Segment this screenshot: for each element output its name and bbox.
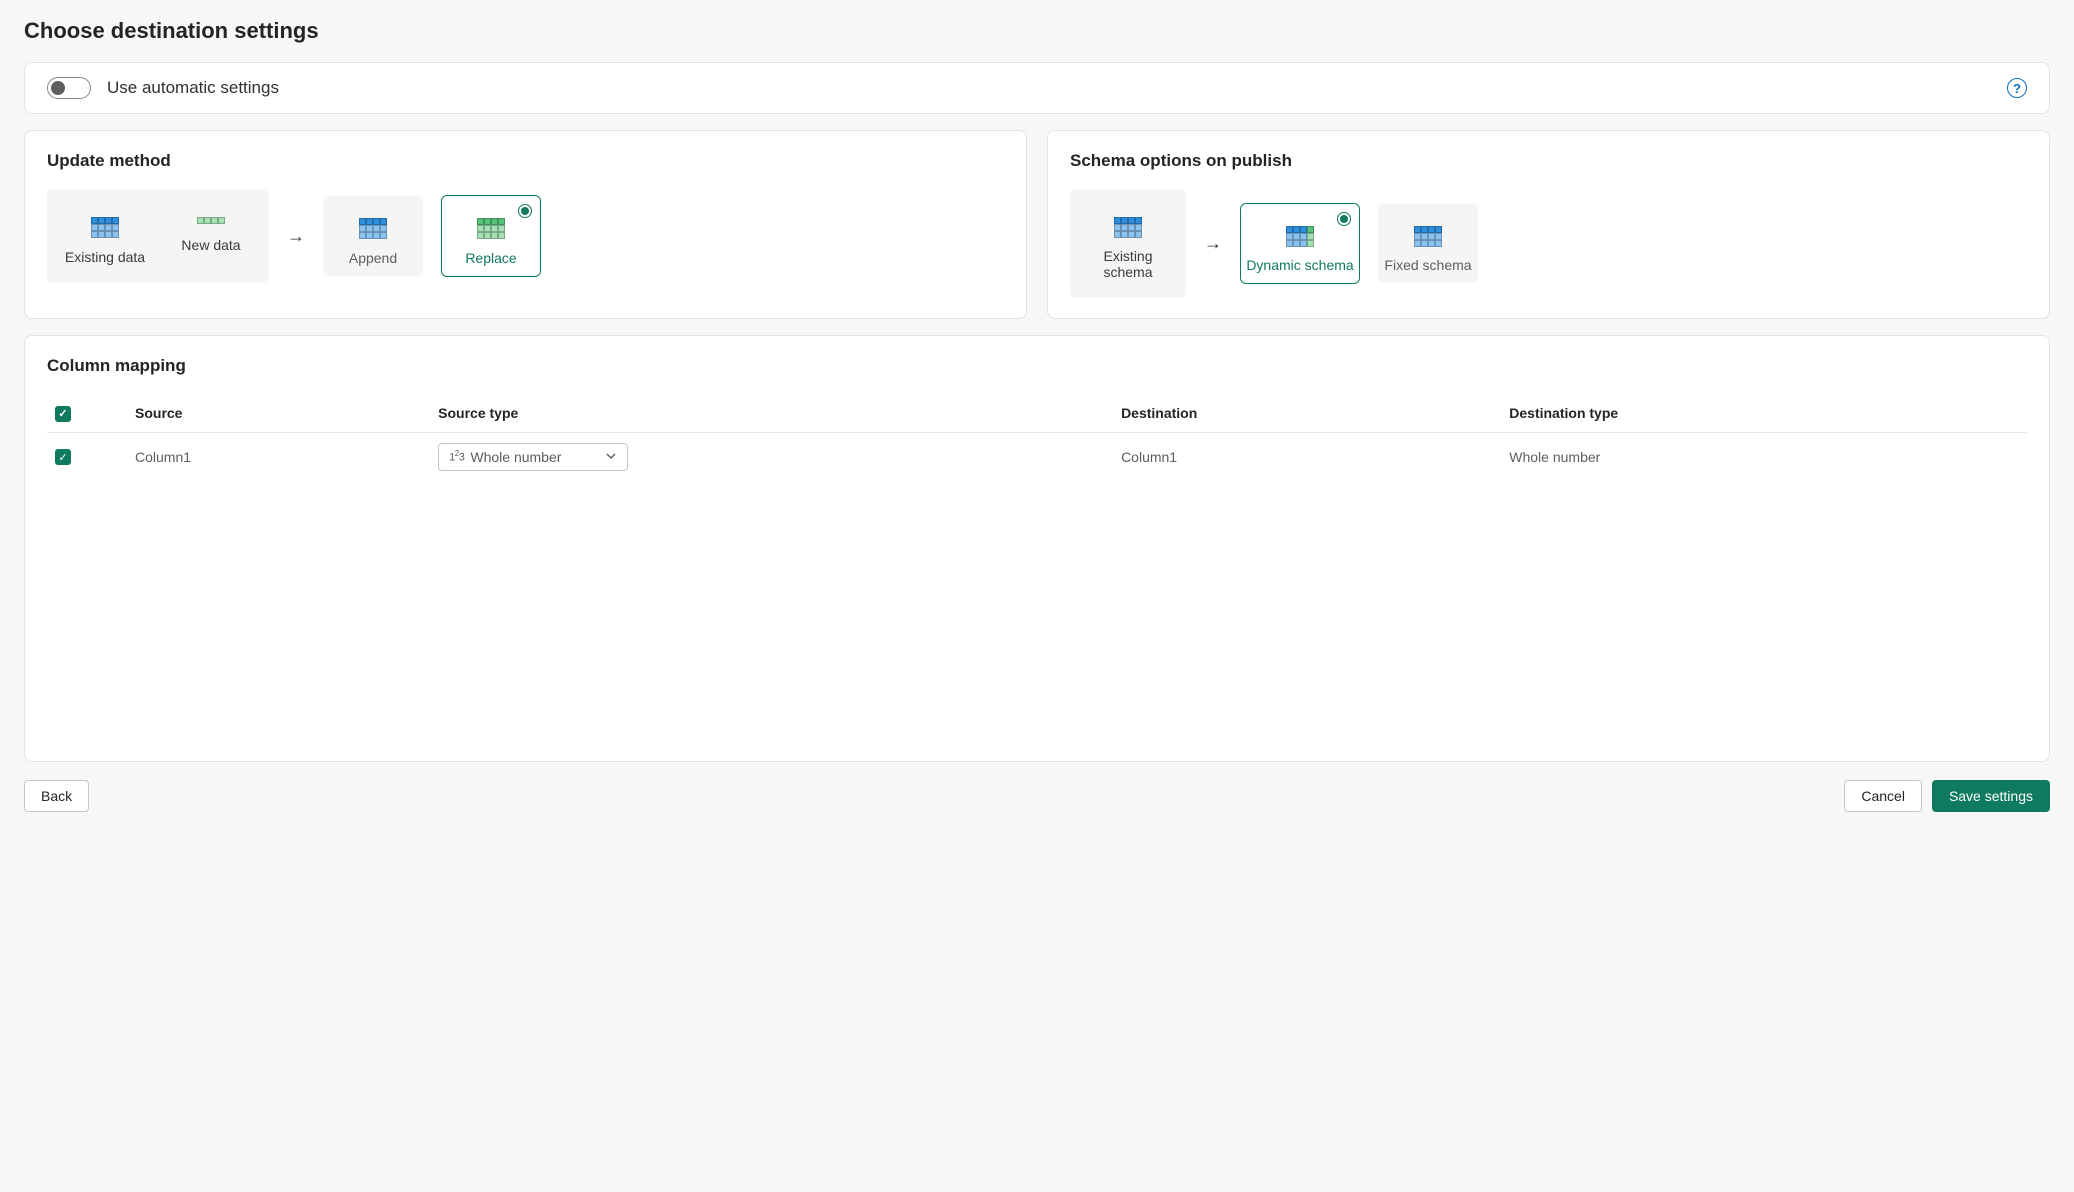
new-data-label: New data [161, 237, 261, 253]
update-method-title: Update method [47, 151, 1004, 171]
replace-option[interactable]: Replace [441, 195, 541, 277]
save-settings-button[interactable]: Save settings [1932, 780, 2050, 812]
column-mapping-title: Column mapping [47, 356, 2027, 376]
dynamic-schema-label: Dynamic schema [1241, 257, 1359, 273]
auto-settings-label: Use automatic settings [107, 78, 279, 98]
toggle-knob [51, 81, 65, 95]
row-destination-type: Whole number [1501, 432, 2027, 481]
select-all-checkbox[interactable]: ✓ [55, 406, 71, 422]
back-button[interactable]: Back [24, 780, 89, 812]
page-title: Choose destination settings [24, 18, 2050, 44]
fixed-schema-option[interactable]: Fixed schema [1378, 204, 1478, 283]
existing-data-icon [90, 216, 120, 239]
help-icon[interactable]: ? [2007, 78, 2027, 98]
existing-schema-label: Existing schema [1078, 248, 1178, 280]
fixed-schema-icon [1414, 226, 1442, 247]
update-method-preview: Existing data New data [47, 189, 269, 283]
replace-label: Replace [442, 250, 540, 266]
header-source: Source [127, 394, 430, 432]
replace-icon [476, 217, 506, 240]
table-row: ✓ Column1 123 Whole number [47, 432, 2027, 481]
arrow-right-icon: → [287, 226, 305, 247]
cancel-button[interactable]: Cancel [1844, 780, 1922, 812]
fixed-schema-label: Fixed schema [1378, 257, 1478, 273]
schema-preview: Existing schema [1070, 189, 1186, 298]
header-destination: Destination [1113, 394, 1501, 432]
source-type-dropdown[interactable]: 123 Whole number [438, 443, 628, 471]
append-label: Append [323, 250, 423, 266]
dynamic-schema-icon [1286, 226, 1314, 247]
existing-schema-icon [1114, 217, 1142, 238]
auto-settings-toggle[interactable] [47, 77, 91, 99]
schema-options-card: Schema options on publish Existing schem… [1047, 130, 2050, 319]
update-method-card: Update method Existing data New data → A… [24, 130, 1027, 319]
schema-options-title: Schema options on publish [1070, 151, 2027, 171]
auto-settings-card: Use automatic settings ? [24, 62, 2050, 114]
new-data-icon [197, 217, 225, 224]
arrow-right-icon: → [1204, 233, 1222, 254]
footer-bar: Back Cancel Save settings [24, 780, 2050, 812]
chevron-down-icon [605, 449, 617, 465]
column-mapping-card: Column mapping ✓ Source Source type Dest… [24, 335, 2050, 762]
selected-radio-icon [1337, 212, 1351, 226]
header-source-type: Source type [430, 394, 1113, 432]
dropdown-value: Whole number [470, 449, 561, 465]
row-checkbox[interactable]: ✓ [55, 449, 71, 465]
existing-data-label: Existing data [55, 249, 155, 265]
row-source: Column1 [127, 432, 430, 481]
append-icon [358, 217, 388, 240]
header-destination-type: Destination type [1501, 394, 2027, 432]
selected-radio-icon [518, 204, 532, 218]
append-option[interactable]: Append [323, 196, 423, 276]
row-destination: Column1 [1113, 432, 1501, 481]
column-mapping-table: ✓ Source Source type Destination Destina… [47, 394, 2027, 481]
number-type-icon: 123 [449, 449, 464, 464]
dynamic-schema-option[interactable]: Dynamic schema [1240, 203, 1360, 284]
